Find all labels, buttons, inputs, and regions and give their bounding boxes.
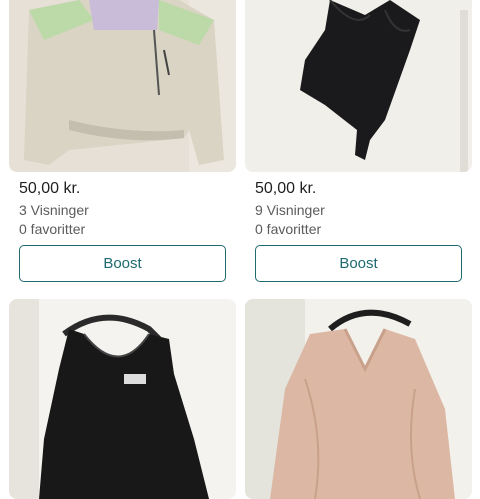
listing-views: 9 Visninger <box>255 202 325 218</box>
listing-photo-pink-blouse[interactable] <box>245 299 472 499</box>
listing-photo-black-dress[interactable] <box>9 299 236 499</box>
listing-favorites: 0 favoritter <box>255 221 322 237</box>
listing-card[interactable]: 50,00 kr. 3 Visninger 0 favoritter Boost <box>9 0 236 282</box>
listing-price: 50,00 kr. <box>19 180 81 197</box>
boost-button[interactable]: Boost <box>19 245 226 282</box>
listing-photo-jacket[interactable] <box>9 0 236 172</box>
listing-views: 3 Visninger <box>19 202 89 218</box>
listing-favorites: 0 favoritter <box>19 221 86 237</box>
listing-photo-black-top[interactable] <box>245 0 472 172</box>
listing-card[interactable]: 50,00 kr. 9 Visninger 0 favoritter Boost <box>245 0 472 282</box>
listing-card[interactable] <box>245 299 472 499</box>
boost-button[interactable]: Boost <box>255 245 462 282</box>
listing-price: 50,00 kr. <box>255 180 317 197</box>
listing-card[interactable] <box>9 299 236 499</box>
